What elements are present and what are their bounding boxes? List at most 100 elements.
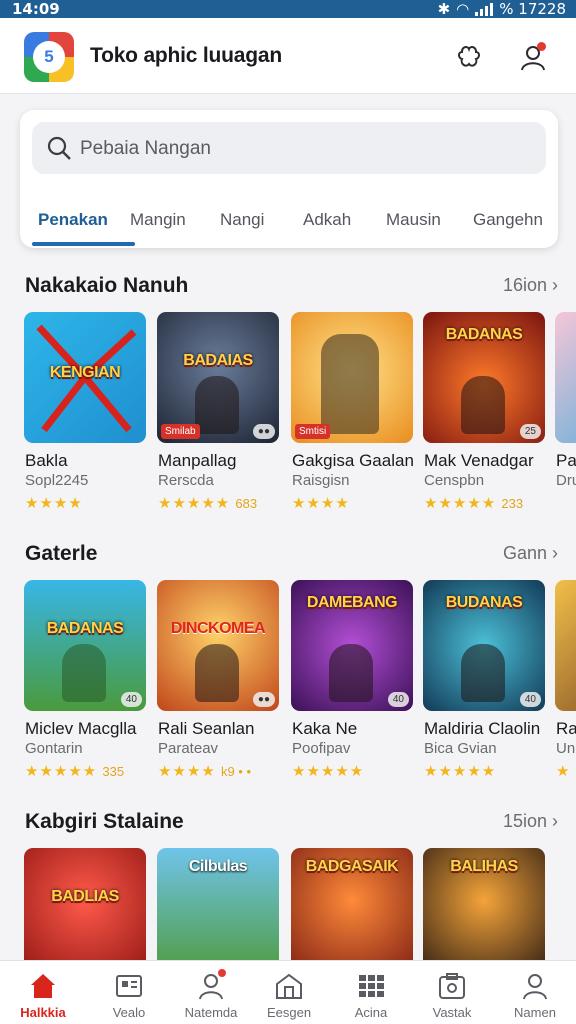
game-developer: Rerscda [158,472,214,489]
game-pill: 40 [519,692,541,707]
camera-icon [439,973,465,999]
rating-stars: ★★★★★ 683 [158,494,257,512]
account-icon [523,974,547,1000]
game-banner: BALIHAS [450,858,518,875]
see-all-label: 16ion [502,275,547,295]
section-header: Kabgiri Stalaine 15ion › [0,810,576,840]
tab-underline [32,242,135,246]
game-character [461,376,505,434]
game-card[interactable]: Ra Un ★ [555,580,576,790]
section-title: Gaterle [25,542,98,565]
notification-dot [537,42,546,51]
game-banner: DINCKOMEA [170,620,266,637]
game-pill: 40 [387,692,409,707]
status-icons: ✱ ◠ % 17228 [438,0,566,18]
rating-stars-text: ★★★★ [292,495,350,512]
nav-namen[interactable]: Namen [494,961,576,1024]
game-banner: KENGIAN [49,364,121,381]
see-all-link[interactable]: 15ion › [503,811,558,832]
chevron-right-icon: › [552,543,558,563]
nav-vastak[interactable]: Vastak [411,961,493,1024]
game-developer: Sopl2245 [25,472,89,489]
rating-count: 233 [501,496,524,511]
see-all-label: 15ion [502,811,547,831]
tab-gangehn[interactable]: Gangehn [473,210,543,230]
store-icon [276,973,302,999]
game-developer: Gontarin [25,740,83,757]
game-character [321,334,379,434]
nav-home[interactable]: Halkkia [2,961,84,1024]
rating-stars: ★★★★ [25,494,83,512]
shuffle-icon[interactable] [452,40,486,74]
game-row: BADLIAS Cilbulas BADGASAIK BALIHAS [0,848,576,960]
chevron-right-icon: › [552,275,558,295]
rating-stars-text: ★★★★★ [292,763,365,780]
nav-label: Vealo [112,1005,146,1020]
tab-adkah[interactable]: Adkah [303,210,351,230]
nav-label: Vastak [432,1005,472,1020]
rating-stars-text: ★★★★ [25,495,83,512]
video-icon [116,975,142,997]
see-all-link[interactable]: 16ion › [503,275,558,296]
notification-dot [218,969,226,977]
rating-stars: ★★★★ k9 • • [158,762,251,780]
game-thumbnail: BADANAS 25 [423,312,545,443]
app-title: Toko aphic luuagan [90,44,283,67]
nav-label: Namen [514,1005,556,1020]
game-name: Kaka Ne [292,719,358,738]
game-thumbnail: DINCKOMEA ●● [157,580,279,711]
game-developer: Poofipav [292,740,351,757]
nav-label: Halkkia [20,1005,66,1020]
game-name: Maldiria Claolin [424,719,541,738]
app-header: 5 Toko aphic luuagan [0,18,576,94]
game-banner: BADLIAS [51,888,119,905]
game-character [195,644,239,702]
app-logo-text: 5 [33,41,65,73]
rating-stars: ★★★★★ [292,762,364,780]
rating-stars-text: ★★★★★ [424,495,497,512]
tab-penakan[interactable]: Penakan [38,210,108,230]
game-pill: ●● [252,424,275,439]
game-developer: Bica Gvian [424,740,497,757]
game-banner: Cilbulas [188,858,248,875]
signal-icon [475,2,494,16]
rating-stars: ★ [556,762,570,780]
rating-stars-text: ★★★★★ [158,495,231,512]
game-developer: Dru [556,472,576,489]
nav-acina[interactable]: Acina [330,961,412,1024]
game-pill: 25 [519,424,541,439]
tab-mangin[interactable]: Mangin [130,210,186,230]
game-name: Mak Venadgar [424,451,534,470]
game-name: Manpallag [158,451,237,470]
profile-icon[interactable] [516,40,550,74]
app-logo[interactable]: 5 [24,32,74,82]
tab-nangi[interactable]: Nangi [220,210,264,230]
bluetooth-icon: ✱ [437,0,451,18]
rating-count: 683 [235,496,258,511]
rating-count: k9 • • [220,764,252,779]
status-bar: 14:09 ✱ ◠ % 17228 [0,0,576,18]
game-thumbnail: BUDANAS 40 [423,580,545,711]
rating-stars-text: ★★★★★ [424,763,497,780]
game-pill: ●● [252,692,275,707]
section-title: Nakakaio Nanuh [25,274,189,297]
nav-eesgen[interactable]: Eesgen [248,961,330,1024]
nav-natemda[interactable]: Natemda [170,961,252,1024]
section-header: Gaterle Gann › [0,542,576,572]
home-icon [31,974,55,998]
search-input[interactable]: Pebaia Nangan [32,122,546,174]
section-header: Nakakaio Nanuh 16ion › [0,274,576,304]
rating-stars: ★★★★ [292,494,350,512]
nav-label: Natemda [184,1005,238,1020]
see-all-link[interactable]: Gann › [503,543,558,564]
see-all-label: Gann [502,543,547,563]
nav-vealo[interactable]: Vealo [88,961,170,1024]
chevron-right-icon: › [552,811,558,831]
game-card[interactable]: Pa Dru [555,312,576,522]
tab-mausin[interactable]: Mausin [386,210,441,230]
rating-count: 335 [102,764,125,779]
wifi-icon: ◠ [456,0,470,18]
battery-text: % 17228 [499,0,566,18]
section-title: Kabgiri Stalaine [25,810,184,833]
game-character [195,376,239,434]
